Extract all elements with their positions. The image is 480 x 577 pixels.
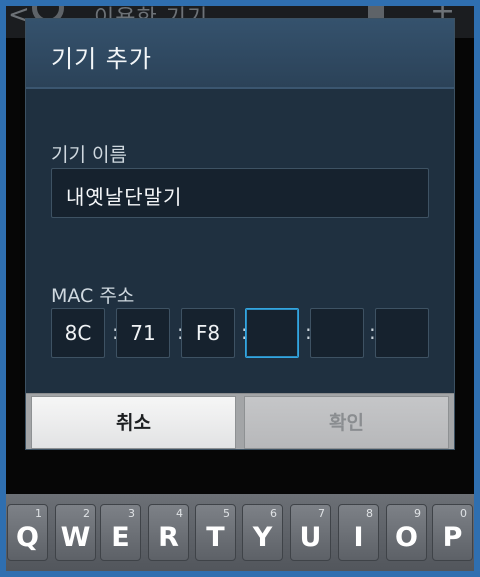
key-t[interactable]: 5T [195,504,236,561]
key-p[interactable]: 0P [432,504,473,561]
ok-button[interactable]: 확인 [244,396,449,449]
dialog-header: 기기 추가 [26,19,454,89]
keyboard: 1Q 2W 3E 4R 5T 6Y 7U 8I 9O 0P [6,494,474,571]
key-w[interactable]: 2W [55,504,96,561]
key-e[interactable]: 3E [100,504,141,561]
device-name-input[interactable]: 내옛날단말기 [51,168,429,218]
mac-field-3[interactable]: F8 [181,308,235,358]
key-r[interactable]: 4R [148,504,189,561]
cancel-button[interactable]: 취소 [31,396,236,449]
mac-field-5[interactable] [310,308,364,358]
action-icon [368,6,384,18]
mac-address-label: MAC 주소 [51,285,135,307]
mac-field-4[interactable] [245,308,299,358]
key-u[interactable]: 7U [290,504,331,561]
key-i[interactable]: 8I [338,504,379,561]
key-o[interactable]: 9O [386,504,427,561]
mac-field-1[interactable]: 8C [51,308,105,358]
dialog-button-bar: 취소 확인 [26,393,454,449]
mac-field-2[interactable]: 71 [116,308,170,358]
mac-field-6[interactable] [375,308,429,358]
device-screen: < 이용한 기기 + 기기 추가 기기 이름 내옛날단말기 MAC 주소 8C … [6,6,474,571]
add-device-dialog: 기기 추가 기기 이름 내옛날단말기 MAC 주소 8C : 71 : F8 :… [25,18,455,450]
key-y[interactable]: 6Y [242,504,283,561]
device-name-label: 기기 이름 [51,144,127,166]
key-q[interactable]: 1Q [7,504,48,561]
dialog-title: 기기 추가 [51,45,152,73]
